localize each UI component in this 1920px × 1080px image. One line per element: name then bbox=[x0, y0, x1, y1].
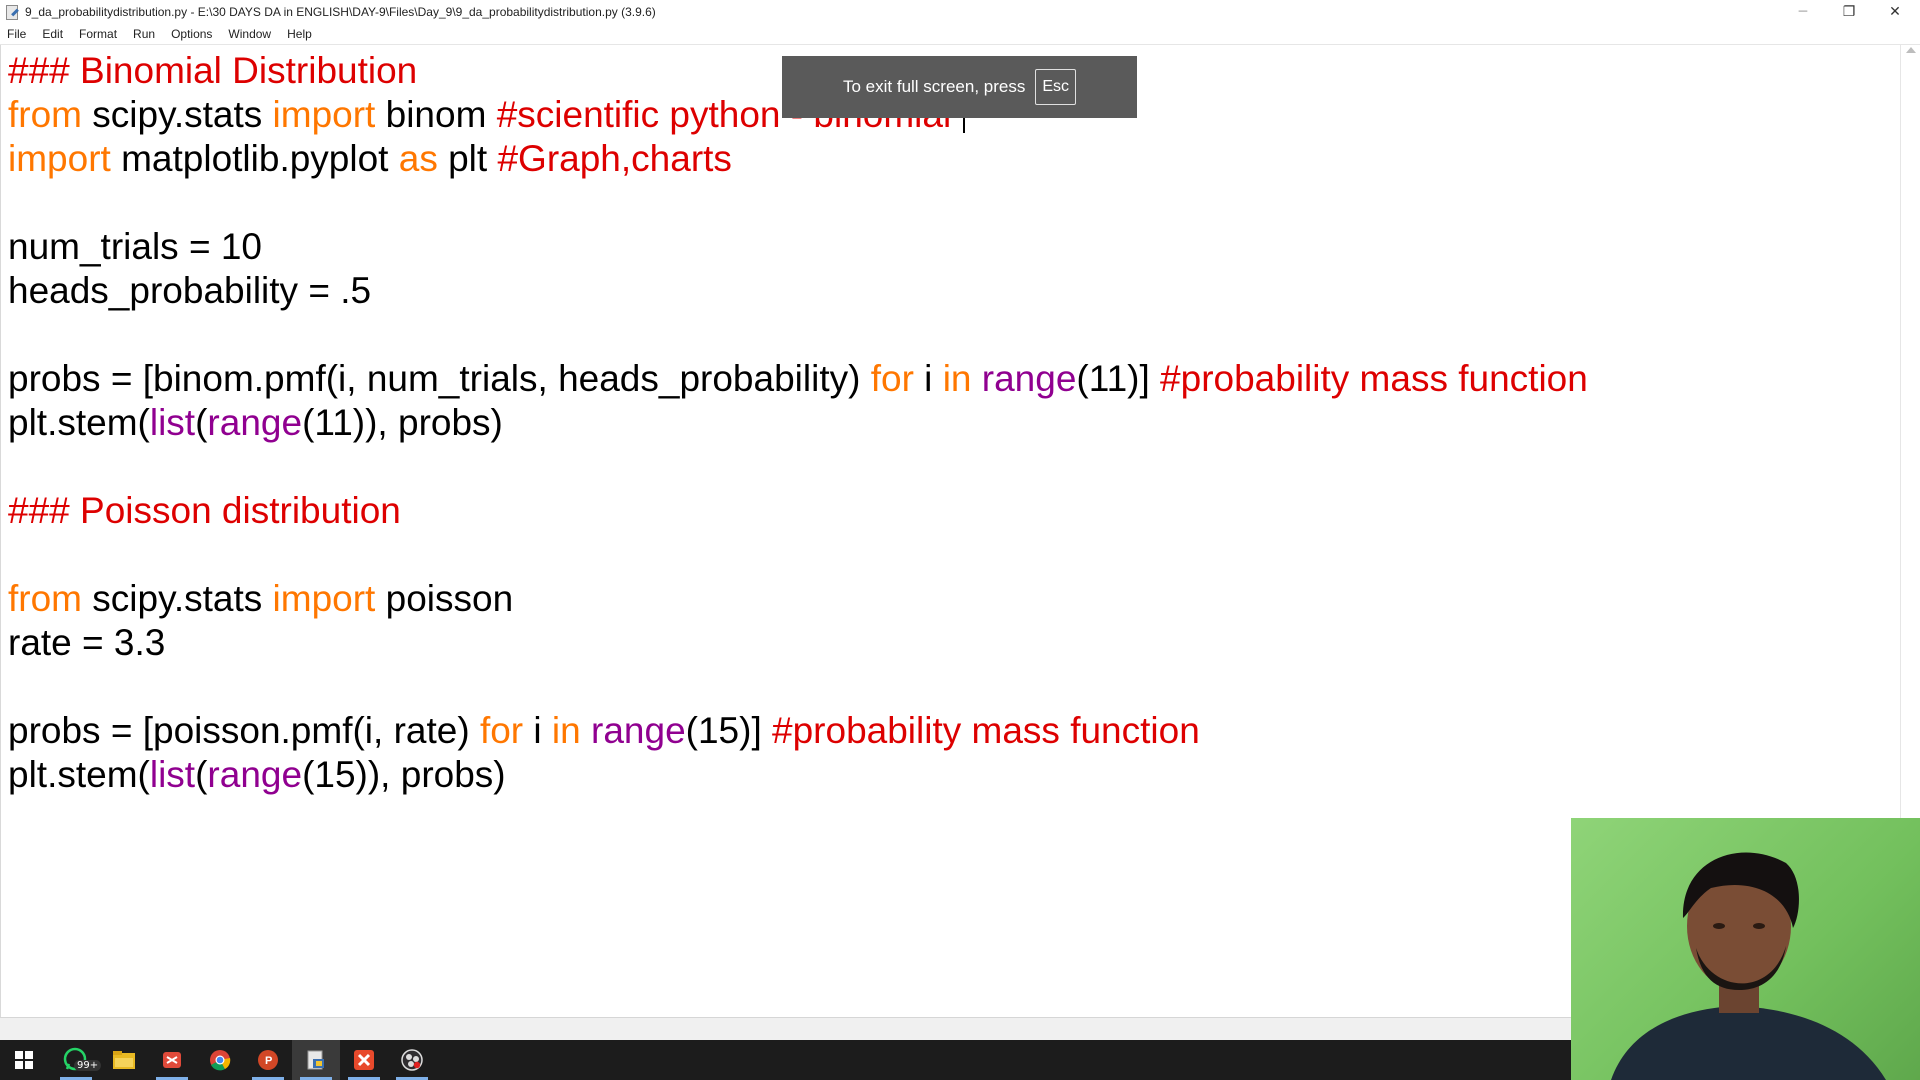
code-token: probs = [binom.pmf(i, num_trials, heads_… bbox=[8, 358, 871, 399]
xmind-icon[interactable] bbox=[340, 1040, 388, 1080]
code-line[interactable]: rate = 3.3 bbox=[8, 621, 1588, 665]
obs-icon[interactable] bbox=[388, 1040, 436, 1080]
code-keyword: in bbox=[942, 358, 972, 399]
code-token: (15)), probs) bbox=[302, 754, 506, 795]
code-builtin: list bbox=[149, 754, 196, 795]
code-keyword: for bbox=[870, 358, 914, 399]
code-builtin: range bbox=[981, 358, 1077, 399]
code-token: (15)] bbox=[685, 710, 773, 751]
python-idle-icon[interactable] bbox=[292, 1040, 340, 1080]
code-token: i bbox=[913, 358, 943, 399]
code-line[interactable]: probs = [poisson.pmf(i, rate) for i in r… bbox=[8, 709, 1588, 753]
presenter-video-image bbox=[1611, 852, 1886, 1080]
minimize-button[interactable]: ─ bbox=[1780, 0, 1826, 24]
close-button[interactable]: ✕ bbox=[1872, 0, 1918, 24]
code-line[interactable]: ​ bbox=[8, 181, 1588, 225]
code-line[interactable]: from scipy.stats import poisson bbox=[8, 577, 1588, 621]
windows-start-icon[interactable] bbox=[0, 1040, 48, 1080]
menu-window[interactable]: Window bbox=[220, 24, 279, 44]
menu-bar: File Edit Format Run Options Window Help bbox=[0, 24, 1920, 45]
code-keyword: from bbox=[8, 94, 82, 135]
menu-format[interactable]: Format bbox=[71, 24, 125, 44]
powerpoint-icon[interactable]: P bbox=[244, 1040, 292, 1080]
snipping-tool-icon[interactable] bbox=[148, 1040, 196, 1080]
code-token: plt bbox=[437, 138, 498, 179]
fullscreen-exit-toast: To exit full screen, press Esc bbox=[782, 56, 1137, 118]
code-text-area[interactable]: ### Binomial Distribution from scipy.stat… bbox=[8, 49, 1588, 797]
code-keyword: for bbox=[479, 710, 524, 751]
menu-file[interactable]: File bbox=[0, 24, 34, 44]
code-comment: ### Binomial Distribution bbox=[8, 50, 418, 91]
svg-text:P: P bbox=[265, 1055, 272, 1067]
menu-options[interactable]: Options bbox=[163, 24, 220, 44]
code-token: matplotlib.pyplot bbox=[110, 138, 399, 179]
code-token: ( bbox=[195, 754, 208, 795]
code-token: plt.stem( bbox=[8, 402, 150, 443]
code-token: i bbox=[523, 710, 552, 751]
scroll-up-arrow-icon[interactable] bbox=[1906, 47, 1916, 53]
code-token: binom bbox=[375, 94, 497, 135]
code-builtin: list bbox=[149, 402, 196, 443]
fullscreen-toast-text: To exit full screen, press bbox=[842, 77, 1026, 96]
code-line[interactable]: ### Poisson distribution bbox=[8, 489, 1588, 533]
code-token: scipy.stats bbox=[82, 578, 273, 619]
code-token: num_trials = 10 bbox=[8, 226, 262, 267]
code-line[interactable]: ​ bbox=[8, 445, 1588, 489]
code-line[interactable]: ​ bbox=[8, 533, 1588, 577]
menu-run[interactable]: Run bbox=[125, 24, 163, 44]
code-comment: ### Poisson distribution bbox=[8, 490, 401, 531]
code-keyword: import bbox=[272, 94, 376, 135]
code-builtin: range bbox=[207, 402, 303, 443]
code-token: rate = 3.3 bbox=[8, 622, 166, 663]
whatsapp-icon[interactable]: 99+ bbox=[52, 1040, 102, 1080]
code-comment: #probability mass function bbox=[772, 710, 1200, 751]
webcam-overlay bbox=[1571, 818, 1920, 1080]
code-line[interactable]: import matplotlib.pyplot as plt #Graph,c… bbox=[8, 137, 1588, 181]
code-line[interactable]: ​ bbox=[8, 665, 1588, 709]
code-token: probs = [poisson.pmf(i, rate) bbox=[8, 710, 480, 751]
esc-key-badge: Esc bbox=[1035, 69, 1077, 105]
code-line[interactable]: heads_probability = .5 bbox=[8, 269, 1588, 313]
code-token: (11)] bbox=[1076, 358, 1161, 399]
menu-edit[interactable]: Edit bbox=[34, 24, 71, 44]
code-line[interactable]: ​ bbox=[8, 313, 1588, 357]
file-explorer-icon[interactable] bbox=[100, 1040, 148, 1080]
code-token: scipy.stats bbox=[82, 94, 273, 135]
code-keyword: from bbox=[8, 578, 82, 619]
code-token: ( bbox=[195, 402, 208, 443]
code-line[interactable]: plt.stem(list(range(11)), probs) bbox=[8, 401, 1588, 445]
code-token: heads_probability = .5 bbox=[8, 270, 372, 311]
code-keyword: import bbox=[272, 578, 376, 619]
whatsapp-badge: 99+ bbox=[74, 1060, 102, 1071]
code-keyword: in bbox=[551, 710, 581, 751]
code-token: (11)), probs) bbox=[302, 402, 503, 443]
title-bar: 9_da_probabilitydistribution.py - E:\30 … bbox=[0, 0, 1920, 24]
code-keyword: import bbox=[8, 138, 111, 179]
python-file-icon bbox=[5, 5, 19, 20]
code-builtin: range bbox=[207, 754, 303, 795]
code-keyword: as bbox=[398, 138, 438, 179]
code-line[interactable]: plt.stem(list(range(15)), probs) bbox=[8, 753, 1588, 797]
code-line[interactable]: probs = [binom.pmf(i, num_trials, heads_… bbox=[8, 357, 1588, 401]
code-comment: #Graph,charts bbox=[497, 138, 732, 179]
code-builtin: range bbox=[591, 710, 686, 751]
window-title: 9_da_probabilitydistribution.py - E:\30 … bbox=[25, 5, 656, 19]
code-comment: #probability mass function bbox=[1160, 358, 1588, 399]
menu-help[interactable]: Help bbox=[279, 24, 320, 44]
code-token: poisson bbox=[375, 578, 514, 619]
code-token: plt.stem( bbox=[8, 754, 150, 795]
restore-button[interactable]: ❐ bbox=[1826, 0, 1872, 24]
code-line[interactable]: num_trials = 10 bbox=[8, 225, 1588, 269]
chrome-icon[interactable] bbox=[196, 1040, 244, 1080]
